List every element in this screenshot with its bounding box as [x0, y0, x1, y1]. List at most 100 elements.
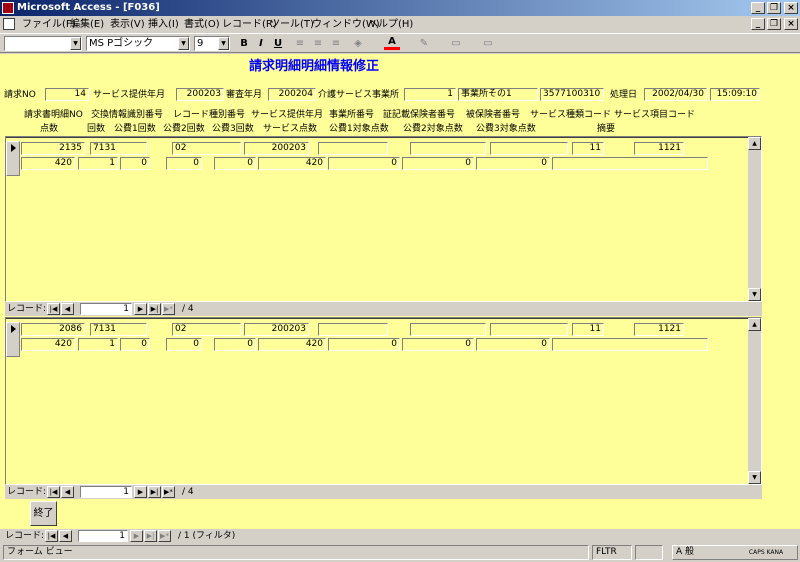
kohi1-kaisu-field[interactable]: 0	[120, 157, 150, 170]
chevron-down-icon[interactable]: ▼	[70, 37, 81, 50]
service-shurui-field[interactable]: 11	[572, 142, 604, 155]
record-shubetsu-field[interactable]: 02	[172, 323, 241, 336]
doc-restore-button[interactable]: ❐	[767, 18, 781, 30]
record-selector[interactable]	[6, 141, 20, 176]
scroll-up-icon[interactable]: ▲	[748, 318, 761, 331]
kohi3-taisho-field[interactable]: 0	[476, 157, 550, 170]
menu-file[interactable]: ファイル(F)	[22, 17, 76, 32]
font-color-button[interactable]: A	[384, 36, 400, 50]
hokensha-no-field[interactable]	[410, 142, 486, 155]
doc-close-button[interactable]: ×	[784, 18, 798, 30]
font-size-combo[interactable]: 9 ▼	[194, 36, 230, 51]
hihokensha-no-field[interactable]	[490, 323, 568, 336]
service-tensu-field[interactable]: 420	[258, 157, 326, 170]
special-effect-icon[interactable]: ▭	[480, 36, 496, 51]
kaisu-field[interactable]: 1	[78, 157, 118, 170]
object-combo[interactable]: ▼	[4, 36, 82, 51]
minimize-button[interactable]: _	[751, 2, 765, 14]
menu-format[interactable]: 書式(O)	[184, 17, 220, 32]
jigyosho-no-field[interactable]	[318, 142, 388, 155]
close-form-button[interactable]: 終了	[30, 501, 57, 526]
service-komoku-field[interactable]: 1121	[634, 142, 684, 155]
menu-tools[interactable]: ツール(T)	[270, 17, 314, 32]
tekiyo-field[interactable]	[552, 338, 708, 351]
fill-color-icon[interactable]: ◈	[350, 36, 366, 51]
service-ym-field[interactable]: 200203	[244, 323, 309, 336]
kohi1-taisho-field[interactable]: 0	[328, 338, 400, 351]
chevron-down-icon[interactable]: ▼	[218, 37, 229, 50]
record-shubetsu-field[interactable]: 02	[172, 142, 241, 155]
menu-help[interactable]: ヘルプ(H)	[368, 17, 413, 32]
next-record-icon[interactable]: ▶	[134, 486, 147, 498]
subform-1-scrollbar[interactable]: ▲ ▼	[748, 137, 761, 301]
kokan-joho-field[interactable]: 7131	[90, 323, 147, 336]
last-record-icon[interactable]: ▶|	[148, 486, 161, 498]
align-left-icon[interactable]: ≡	[292, 36, 308, 51]
kaisu-field[interactable]: 1	[78, 338, 118, 351]
close-button[interactable]: ×	[784, 2, 798, 14]
subform-2-scrollbar[interactable]: ▲ ▼	[748, 318, 761, 484]
service-ym-field[interactable]: 200203	[176, 88, 224, 101]
jigyosho-name-field[interactable]: 事業所その1	[458, 88, 538, 101]
kohi1-kaisu-field[interactable]: 0	[120, 338, 150, 351]
align-center-icon[interactable]: ≡	[310, 36, 326, 51]
kohi3-taisho-field[interactable]: 0	[476, 338, 550, 351]
font-name-combo[interactable]: MS Pゴシック ▼	[86, 36, 190, 51]
prev-record-icon[interactable]: ◀	[61, 486, 74, 498]
jigyosho-no-field[interactable]	[318, 323, 388, 336]
first-record-icon[interactable]: |◀	[47, 303, 60, 315]
access-app-icon[interactable]	[2, 2, 14, 14]
service-tensu-field[interactable]: 420	[258, 338, 326, 351]
jigyosho-no-field[interactable]: 1	[404, 88, 456, 101]
meisai-no-field[interactable]: 2086	[21, 323, 85, 336]
service-komoku-field[interactable]: 1121	[634, 323, 684, 336]
service-shurui-field[interactable]: 11	[572, 323, 604, 336]
last-record-icon[interactable]: ▶|	[144, 530, 157, 542]
underline-button[interactable]: U	[270, 36, 286, 51]
tensu-field[interactable]: 420	[21, 157, 75, 170]
doc-minimize-button[interactable]: _	[751, 18, 765, 30]
new-record-icon[interactable]: ▶*	[162, 303, 175, 315]
new-record-icon[interactable]: ▶*	[158, 530, 171, 542]
line-color-icon[interactable]: ✎	[416, 36, 432, 51]
next-record-icon[interactable]: ▶	[130, 530, 143, 542]
menu-edit[interactable]: 編集(E)	[70, 17, 104, 32]
record-number-input[interactable]: 1	[78, 530, 128, 542]
align-right-icon[interactable]: ≡	[328, 36, 344, 51]
next-record-icon[interactable]: ▶	[134, 303, 147, 315]
shori-time-field[interactable]: 15:09:10	[710, 88, 760, 101]
shinsa-ym-field[interactable]: 200204	[268, 88, 316, 101]
restore-button[interactable]: ❐	[767, 2, 781, 14]
meisai-no-field[interactable]: 2135	[21, 142, 85, 155]
kokan-joho-field[interactable]: 7131	[90, 142, 147, 155]
record-number-input[interactable]: 1	[80, 486, 132, 498]
kohi2-taisho-field[interactable]: 0	[402, 157, 474, 170]
new-record-icon[interactable]: ▶*	[162, 486, 175, 498]
service-ym-field[interactable]: 200203	[244, 142, 309, 155]
record-number-input[interactable]: 1	[80, 303, 132, 315]
ime-mode-indicator[interactable]: A 般	[676, 547, 694, 557]
kohi2-kaisu-field[interactable]: 0	[166, 157, 202, 170]
menu-records[interactable]: レコード(R)	[222, 17, 277, 32]
kohi1-taisho-field[interactable]: 0	[328, 157, 400, 170]
italic-button[interactable]: I	[253, 36, 269, 51]
menu-view[interactable]: 表示(V)	[110, 17, 145, 32]
form-icon[interactable]	[3, 18, 15, 30]
kohi3-kaisu-field[interactable]: 0	[214, 338, 256, 351]
first-record-icon[interactable]: |◀	[45, 530, 58, 542]
record-selector[interactable]	[6, 322, 20, 357]
prev-record-icon[interactable]: ◀	[59, 530, 72, 542]
chevron-down-icon[interactable]: ▼	[178, 37, 189, 50]
hihokensha-no-field[interactable]	[490, 142, 568, 155]
prev-record-icon[interactable]: ◀	[61, 303, 74, 315]
scroll-down-icon[interactable]: ▼	[748, 471, 761, 484]
first-record-icon[interactable]: |◀	[47, 486, 60, 498]
ime-toolbar[interactable]: A 般 CAPS KANA	[672, 545, 798, 560]
kohi2-taisho-field[interactable]: 0	[402, 338, 474, 351]
border-width-icon[interactable]: ▭	[448, 36, 464, 51]
menu-insert[interactable]: 挿入(I)	[148, 17, 179, 32]
last-record-icon[interactable]: ▶|	[148, 303, 161, 315]
kohi2-kaisu-field[interactable]: 0	[166, 338, 202, 351]
tekiyo-field[interactable]	[552, 157, 708, 170]
bold-button[interactable]: B	[236, 36, 252, 51]
